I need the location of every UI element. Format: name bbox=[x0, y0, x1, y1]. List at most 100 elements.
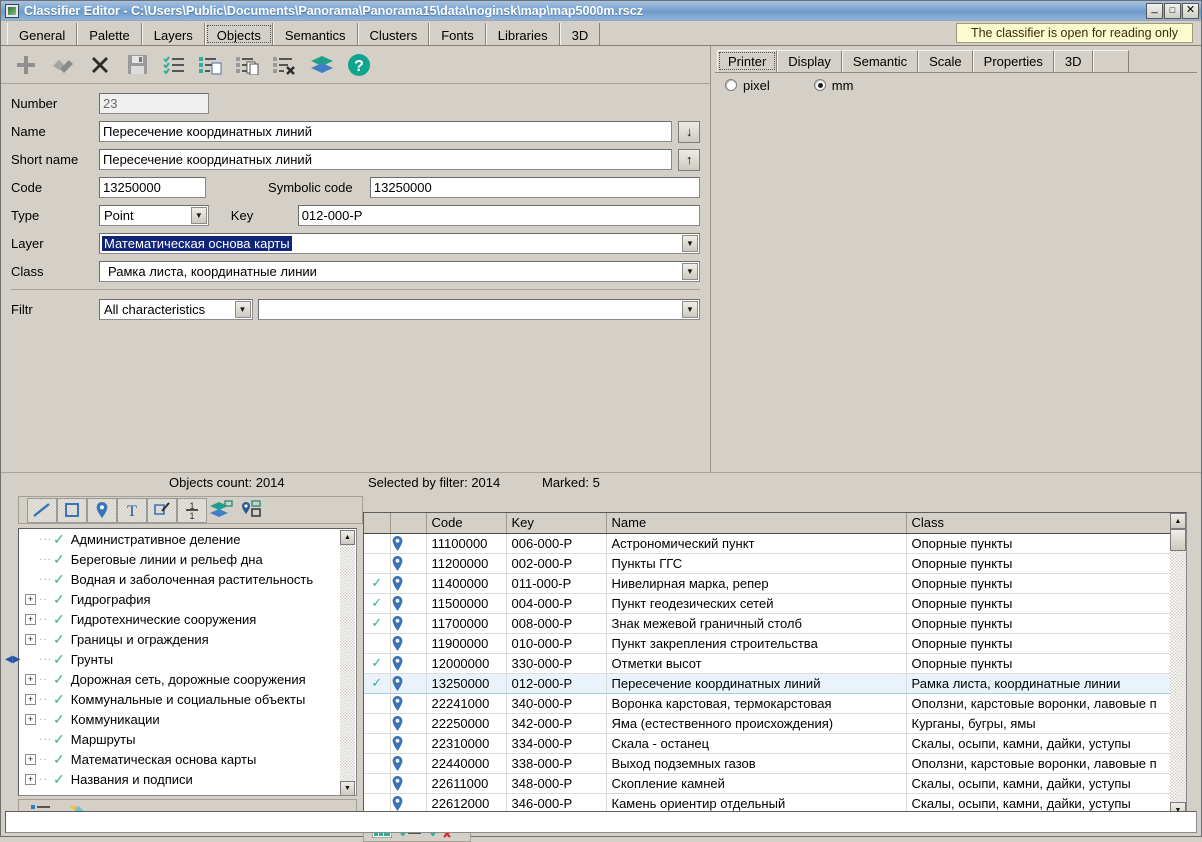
tab-palette[interactable]: Palette bbox=[77, 23, 142, 45]
grid-scroll-up-button[interactable]: ▲ bbox=[1170, 513, 1186, 529]
copy-to-list-icon[interactable] bbox=[198, 52, 224, 78]
check-icon[interactable]: ✓ bbox=[53, 691, 65, 708]
rtab-properties[interactable]: Properties bbox=[972, 50, 1054, 72]
short-name-field[interactable]: Пересечение координатных линий bbox=[99, 149, 673, 170]
row-marked-cell[interactable]: ✓ bbox=[364, 593, 391, 614]
move-down-button[interactable]: ↓ bbox=[678, 120, 700, 143]
tab-semantics[interactable]: Semantics bbox=[272, 23, 358, 45]
row-marked-cell[interactable]: ✓ bbox=[364, 653, 391, 674]
tree-item[interactable]: + ·· ✓ Коммуникации bbox=[19, 709, 356, 729]
check-icon[interactable]: ✓ bbox=[53, 771, 65, 788]
row-marked-cell[interactable] bbox=[364, 553, 391, 574]
tree-item[interactable]: ····✓ Административное деление bbox=[19, 529, 356, 549]
chevron-down-icon[interactable]: ▼ bbox=[234, 301, 251, 318]
check-icon[interactable]: ✓ bbox=[53, 671, 65, 688]
chevron-down-icon[interactable]: ▼ bbox=[682, 301, 698, 318]
col-marked-header[interactable] bbox=[364, 513, 391, 534]
check-icon[interactable]: ✓ bbox=[53, 631, 65, 648]
rtab-display[interactable]: Display bbox=[777, 50, 842, 72]
col-name-header[interactable]: Name bbox=[606, 513, 907, 534]
point-object-icon[interactable] bbox=[87, 497, 117, 523]
radio-dot-mm[interactable] bbox=[813, 79, 826, 91]
tab-libraries[interactable]: Libraries bbox=[485, 23, 560, 45]
layer-tree[interactable]: ▲ ▼ ····✓Административное деление····✓Бе… bbox=[18, 528, 357, 796]
class-combo[interactable]: Рамка листа, координатные линии ▼ bbox=[99, 261, 700, 282]
tree-item[interactable]: ····✓ Маршруты bbox=[19, 729, 356, 749]
grid-scrollbar[interactable]: ▲ ▼ bbox=[1170, 513, 1186, 818]
rtab-printer[interactable]: Printer bbox=[717, 50, 778, 72]
check-icon[interactable]: ✓ bbox=[53, 731, 65, 748]
layers-filter-icon[interactable] bbox=[207, 498, 237, 523]
layers-icon[interactable] bbox=[309, 52, 335, 78]
tree-scroll-down-button[interactable]: ▼ bbox=[340, 781, 355, 795]
tree-item[interactable]: + ·· ✓ Границы и ограждения bbox=[19, 629, 356, 649]
line-object-icon[interactable] bbox=[27, 497, 57, 523]
remove-from-list-icon[interactable] bbox=[272, 52, 298, 78]
tree-item[interactable]: + ·· ✓ Математическая основа карты bbox=[19, 749, 356, 769]
table-row[interactable]: 22310000 334-000-P Скала - останец Скалы, о… bbox=[364, 733, 1173, 754]
vector-object-icon[interactable] bbox=[147, 497, 177, 523]
text-object-icon[interactable]: T bbox=[117, 497, 147, 523]
expand-toggle-icon[interactable]: + bbox=[25, 673, 36, 685]
tree-scrollbar[interactable]: ▲ ▼ bbox=[340, 530, 355, 795]
row-marked-cell[interactable]: ✓ bbox=[364, 573, 391, 594]
row-marked-cell[interactable]: ✓ bbox=[364, 672, 391, 694]
expand-toggle-icon[interactable]: + bbox=[25, 613, 36, 625]
row-marked-cell[interactable] bbox=[364, 533, 391, 554]
table-row[interactable]: 22250000 342-000-P Яма (естественного прои… bbox=[364, 713, 1173, 734]
check-icon[interactable]: ✓ bbox=[53, 571, 65, 588]
objects-grid[interactable]: Code Key Name Class 11100000 006-000-P Аст… bbox=[363, 512, 1187, 819]
chevron-down-icon[interactable]: ▼ bbox=[682, 263, 698, 280]
filtr-combo[interactable]: All characteristics ▼ bbox=[99, 299, 253, 320]
row-marked-cell[interactable] bbox=[364, 633, 391, 654]
tab-general[interactable]: General bbox=[7, 23, 78, 45]
pane-splitter-handle[interactable]: ◀▶ bbox=[5, 654, 20, 665]
row-marked-cell[interactable] bbox=[364, 773, 391, 794]
radio-pixel[interactable]: pixel bbox=[725, 78, 770, 93]
rtab-semantic[interactable]: Semantic bbox=[841, 50, 919, 72]
tree-item[interactable]: ····✓ Грунты bbox=[19, 649, 356, 669]
check-icon[interactable]: ✓ bbox=[53, 711, 65, 728]
expand-toggle-icon[interactable]: + bbox=[25, 693, 36, 705]
expand-toggle-icon[interactable]: + bbox=[25, 593, 36, 605]
paste-list-icon[interactable] bbox=[235, 52, 261, 78]
type-combo[interactable]: Point ▼ bbox=[99, 205, 209, 226]
tree-item[interactable]: + ·· ✓ Коммунальные и социальные объекты bbox=[19, 689, 356, 709]
delete-object-icon[interactable] bbox=[87, 52, 113, 78]
table-row[interactable]: 11900000 010-000-P Пункт закрепления строи… bbox=[364, 633, 1173, 654]
tree-item[interactable]: + ·· ✓ Гидрография bbox=[19, 589, 356, 609]
close-button[interactable]: ✕ bbox=[1182, 2, 1199, 19]
tab-objects[interactable]: Objects bbox=[204, 23, 273, 45]
table-row[interactable]: ✓ 13250000 012-000-P Пересечение координатн… bbox=[364, 672, 1173, 694]
maximize-button[interactable]: □ bbox=[1164, 2, 1181, 19]
col-type-header[interactable] bbox=[390, 513, 427, 534]
rtab-3d[interactable]: 3D bbox=[1053, 50, 1093, 72]
col-class-header[interactable]: Class bbox=[906, 513, 1173, 534]
table-row[interactable]: 22612000 346-000-P Камень ориентир отдельн… bbox=[364, 793, 1173, 814]
chevron-down-icon[interactable]: ▼ bbox=[682, 235, 698, 252]
expand-toggle-icon[interactable]: + bbox=[25, 633, 36, 645]
area-object-icon[interactable] bbox=[57, 497, 87, 523]
tree-item[interactable]: ····✓ Водная и заболоченная растительност… bbox=[19, 569, 356, 589]
symbolic-code-field[interactable]: 13250000 bbox=[369, 177, 700, 198]
table-row[interactable]: ✓ 11500000 004-000-P Пункт геодезических се… bbox=[364, 593, 1173, 614]
expand-toggle-icon[interactable]: + bbox=[25, 753, 36, 765]
filtr-value-combo[interactable]: ▼ bbox=[258, 299, 700, 320]
check-icon[interactable]: ✓ bbox=[53, 751, 65, 768]
checklist-icon[interactable] bbox=[161, 52, 187, 78]
col-key-header[interactable]: Key bbox=[506, 513, 607, 534]
check-icon[interactable]: ✓ bbox=[53, 591, 65, 608]
table-row[interactable]: 22440000 338-000-P Выход подземных газов Оп… bbox=[364, 753, 1173, 774]
radio-dot-pixel[interactable] bbox=[725, 79, 737, 91]
grid-scroll-thumb[interactable] bbox=[1170, 529, 1186, 551]
check-icon[interactable]: ✓ bbox=[53, 651, 65, 668]
code-field[interactable]: 13250000 bbox=[99, 177, 206, 198]
tree-item[interactable]: ····✓ Береговые линии и рельеф дна bbox=[19, 549, 356, 569]
check-icon[interactable]: ✓ bbox=[53, 551, 65, 568]
tab-3d[interactable]: 3D bbox=[559, 23, 601, 45]
expand-toggle-icon[interactable]: + bbox=[25, 713, 36, 725]
row-marked-cell[interactable] bbox=[364, 793, 391, 814]
table-row[interactable]: 22611000 348-000-P Скопление камней Скалы, … bbox=[364, 773, 1173, 794]
tab-layers[interactable]: Layers bbox=[141, 23, 205, 45]
point-group-icon[interactable] bbox=[237, 498, 267, 523]
